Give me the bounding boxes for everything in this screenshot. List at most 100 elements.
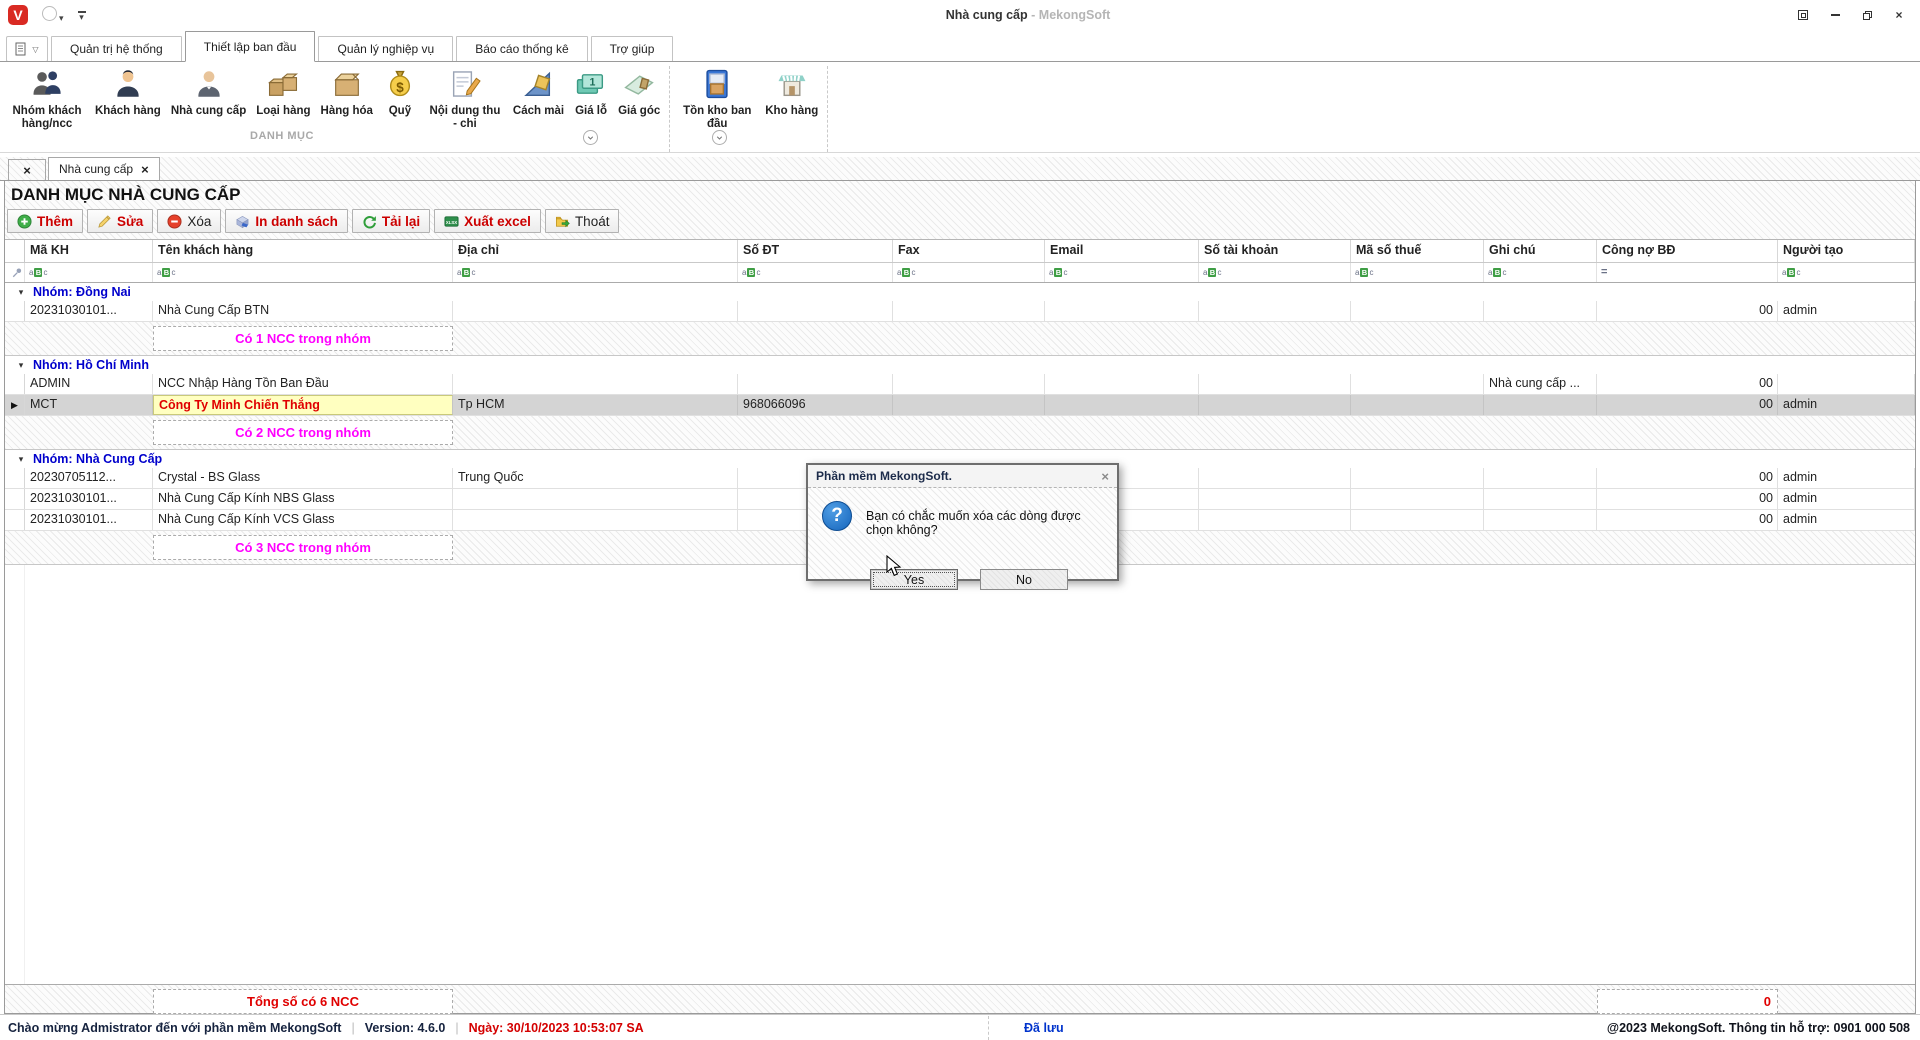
equals-filter-icon: = [1601, 266, 1608, 278]
ribbon-item-nhom-khach-hang-ncc[interactable]: Nhóm khách hàng/ncc [4, 66, 90, 132]
filter-cell-ma_so_thue[interactable]: aBc [1351, 263, 1484, 282]
app-menu-button[interactable]: ▽ [6, 36, 48, 62]
cell-ghi_chu [1484, 510, 1597, 530]
ribbon-item-nha-cung-cap[interactable]: Nhà cung cấp [166, 66, 251, 119]
them-button[interactable]: Thêm [7, 209, 84, 233]
dialog-close-icon[interactable]: × [1101, 469, 1109, 484]
chevron-down-icon: ▾ [59, 13, 64, 23]
column-header-so_dt[interactable]: Số ĐT [738, 240, 893, 262]
filter-cell-so_dt[interactable]: aBc [738, 263, 893, 282]
close-icon: × [23, 162, 31, 178]
filter-cell-so_tk[interactable]: aBc [1199, 263, 1351, 282]
cell-dia_chi [453, 489, 738, 509]
cell-ma_so_thue [1351, 468, 1484, 488]
filter-cell-ma_kh[interactable]: aBc [25, 263, 153, 282]
column-header-cong_no[interactable]: Công nợ BĐ [1597, 240, 1778, 262]
filter-cell-ghi_chu[interactable]: aBc [1484, 263, 1597, 282]
group-row-nh-m-ng-nai[interactable]: ▾ Nhóm: Đồng Nai [5, 283, 1915, 301]
ribbon-item-hang-hoa[interactable]: Hàng hóa [316, 66, 378, 119]
ribbon-item-gia-goc[interactable]: Giá góc [613, 66, 665, 119]
table-row[interactable]: ▶ MCT Công Ty Minh Chiến Thắng Tp HCM 968066… [5, 395, 1915, 416]
glass-corner-icon [622, 67, 656, 104]
profile-button[interactable]: ▾ [42, 6, 64, 24]
restore-button[interactable] [1860, 8, 1874, 22]
column-header-dia_chi[interactable]: Địa chỉ [453, 240, 738, 262]
span-windows-icon[interactable] [1796, 8, 1810, 22]
ribbon-item-quy[interactable]: $ Quỹ [378, 66, 422, 119]
total-debt-cell: 0 [1597, 989, 1778, 1014]
thoat-button[interactable]: Thoát [544, 209, 620, 233]
in-danh-sach-button[interactable]: In danh sách [225, 209, 348, 233]
ruler-money-icon [521, 67, 555, 104]
ribbon-tab-qu-n-tr-h-th-ng[interactable]: Quản trị hệ thống [51, 36, 182, 62]
cell-dia_chi [453, 510, 738, 530]
abc-filter-icon: aBc [897, 267, 916, 277]
cell-fax [893, 374, 1045, 394]
abc-filter-icon: aBc [742, 267, 761, 277]
ribbon-item-cach-mai[interactable]: Cách mài [508, 66, 569, 119]
close-button[interactable]: × [1892, 8, 1906, 22]
ribbon-item-kho-hang[interactable]: Kho hàng [760, 66, 823, 119]
group-row-nh-m-h-ch-minh[interactable]: ▾ Nhóm: Hồ Chí Minh [5, 356, 1915, 374]
minimize-button[interactable] [1828, 8, 1842, 22]
sua-button[interactable]: Sửa [87, 209, 154, 233]
ribbon-tab-qu-n-l-nghi-p-v[interactable]: Quản lý nghiệp vụ [318, 36, 454, 62]
column-header-nguoi_tao[interactable]: Người tạo [1778, 240, 1915, 262]
filter-cell-fax[interactable]: aBc [893, 263, 1045, 282]
filter-cell-nguoi_tao[interactable]: aBc [1778, 263, 1915, 282]
statusbar: Chào mừng Admistrator đến với phần mềm M… [0, 1014, 1920, 1040]
group-collapse-button[interactable] [583, 130, 598, 145]
svg-text:1: 1 [590, 76, 596, 88]
column-header-ghi_chu[interactable]: Ghi chú [1484, 240, 1597, 262]
ribbon-tab-thi-t-l-p-ban-u[interactable]: Thiết lập ban đầu [184, 31, 316, 62]
abc-filter-icon: aBc [457, 267, 476, 277]
ribbon-item-gia-lo[interactable]: 1 Giá lỗ [569, 66, 613, 119]
ribbon-item-label: Tồn kho ban đầu [683, 105, 752, 131]
ribbon-item-loai-hang[interactable]: Loại hàng [251, 66, 315, 119]
close-all-tabs-button[interactable]: × [8, 159, 46, 180]
group-collapse-button[interactable] [712, 130, 727, 145]
collapse-triangle-icon[interactable]: ▾ [13, 360, 29, 371]
xoa-button[interactable]: Xóa [157, 209, 222, 233]
ribbon-item-noi-dung-thu-chi[interactable]: Nội dung thu - chi [422, 66, 508, 132]
ribbon-item-ton-kho-ban-dau[interactable]: Tồn kho ban đầu [674, 66, 760, 132]
filter-cell-email[interactable]: aBc [1045, 263, 1199, 282]
cell-ma_kh: 20230705112... [25, 468, 153, 488]
no-button[interactable]: No [980, 569, 1068, 590]
cell-ma_so_thue [1351, 301, 1484, 321]
column-header-fax[interactable]: Fax [893, 240, 1045, 262]
table-row[interactable]: 20231030101... Nhà Cung Cấp BTN 00 admin [5, 301, 1915, 322]
tai-lai-button[interactable]: Tải lại [351, 209, 431, 233]
filter-cell-cong_no[interactable]: = [1597, 263, 1778, 282]
xuat-excel-button[interactable]: XLSX Xuất excel [434, 209, 541, 233]
button-label: Thoát [574, 213, 610, 229]
column-header-email[interactable]: Email [1045, 240, 1199, 262]
table-row[interactable]: ADMIN NCC Nhập Hàng Tồn Ban Đầu Nhà cung c… [5, 374, 1915, 395]
cell-cong_no: 00 [1597, 374, 1778, 394]
filter-cell-dia_chi[interactable]: aBc [453, 263, 738, 282]
filter-pin-icon[interactable] [5, 263, 25, 282]
column-header-ma_so_thue[interactable]: Mã số thuế [1351, 240, 1484, 262]
tab-nha-cung-cap[interactable]: Nhà cung cấp × [48, 157, 160, 180]
cell-so_tk [1199, 510, 1351, 530]
column-header-ten[interactable]: Tên khách hàng [153, 240, 453, 262]
ribbon-tab-tr-gi-p[interactable]: Trợ giúp [590, 36, 674, 62]
ribbon-tab-b-o-c-o-th-ng-k[interactable]: Báo cáo thống kê [456, 36, 588, 62]
separator: | [455, 1020, 459, 1035]
close-tab-icon[interactable]: × [141, 162, 149, 177]
dialog-titlebar[interactable]: Phần mềm MekongSoft. × [808, 465, 1117, 488]
note-pencil-icon [448, 67, 482, 104]
cell-so_tk [1199, 374, 1351, 394]
collapse-triangle-icon[interactable]: ▾ [13, 287, 29, 298]
app-logo-icon[interactable]: V [8, 5, 28, 25]
column-header-ma_kh[interactable]: Mã KH [25, 240, 153, 262]
column-header-so_tk[interactable]: Số tài khoản [1199, 240, 1351, 262]
filter-cell-ten[interactable]: aBc [153, 263, 453, 282]
abc-filter-icon: aBc [1488, 267, 1507, 277]
dialog-title-text: Phần mềm MekongSoft. [816, 469, 953, 483]
collapse-triangle-icon[interactable]: ▾ [13, 454, 29, 465]
ribbon-item-khach-hang[interactable]: Khách hàng [90, 66, 166, 119]
excel-icon: XLSX [444, 214, 459, 229]
quick-access-toggle[interactable]: ▾ [77, 11, 86, 21]
cell-nguoi_tao: admin [1778, 468, 1915, 488]
